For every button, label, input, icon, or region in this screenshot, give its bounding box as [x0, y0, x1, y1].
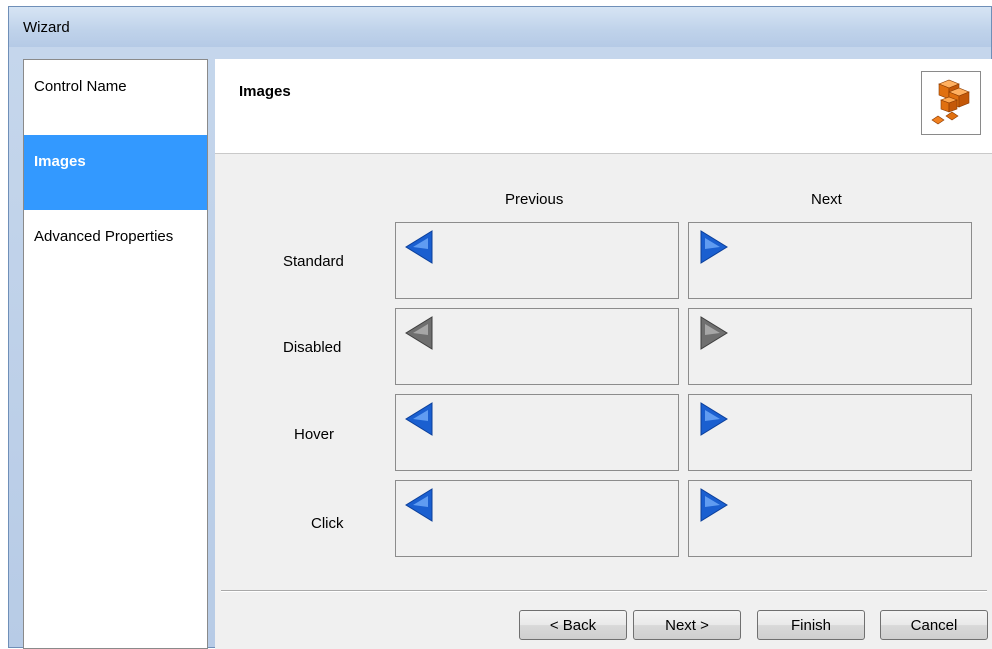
arrow-right-icon	[700, 488, 728, 522]
back-button[interactable]: < Back	[519, 610, 627, 640]
column-header-next: Next	[811, 191, 842, 208]
sidebar-item-advanced-properties[interactable]: Advanced Properties	[24, 210, 207, 285]
row-label-disabled: Disabled	[283, 339, 342, 356]
window-title: Wizard	[23, 19, 70, 36]
click-next-image-box[interactable]	[688, 480, 972, 557]
sidebar-item-images[interactable]: Images	[24, 135, 207, 210]
next-button[interactable]: Next >	[633, 610, 741, 640]
click-previous-image-box[interactable]	[395, 480, 679, 557]
wizard-steps-sidebar: Control Name Images Advanced Properties	[23, 59, 208, 649]
arrow-left-icon	[405, 402, 433, 436]
row-label-click: Click	[311, 515, 344, 532]
footer-separator	[221, 590, 987, 592]
arrow-left-icon	[405, 488, 433, 522]
standard-next-image-box[interactable]	[688, 222, 972, 299]
standard-previous-image-box[interactable]	[395, 222, 679, 299]
wizard-window: Wizard Control Name Images Advanced Prop…	[8, 6, 992, 649]
title-bar[interactable]: Wizard	[9, 7, 991, 47]
arrow-left-icon	[405, 230, 433, 264]
hover-previous-image-box[interactable]	[395, 394, 679, 471]
page-header: Images	[215, 59, 992, 154]
cancel-button[interactable]: Cancel	[880, 610, 988, 640]
wizard-page: Images Previous Next Standard Disabled H…	[215, 59, 992, 649]
orange-cubes-icon	[921, 71, 981, 135]
row-label-standard: Standard	[283, 253, 344, 270]
row-label-hover: Hover	[294, 426, 335, 443]
column-header-previous: Previous	[505, 191, 564, 208]
sidebar-item-label: Control Name	[34, 78, 127, 95]
arrow-right-disabled-icon	[700, 316, 728, 350]
arrow-left-disabled-icon	[405, 316, 433, 350]
page-title: Images	[239, 83, 291, 100]
disabled-next-image-box[interactable]	[688, 308, 972, 385]
hover-next-image-box[interactable]	[688, 394, 972, 471]
sidebar-item-control-name[interactable]: Control Name	[24, 60, 207, 135]
arrow-right-icon	[700, 402, 728, 436]
arrow-right-icon	[700, 230, 728, 264]
disabled-previous-image-box[interactable]	[395, 308, 679, 385]
finish-button[interactable]: Finish	[757, 610, 865, 640]
sidebar-item-label: Images	[34, 153, 86, 170]
sidebar-item-label: Advanced Properties	[34, 228, 174, 245]
